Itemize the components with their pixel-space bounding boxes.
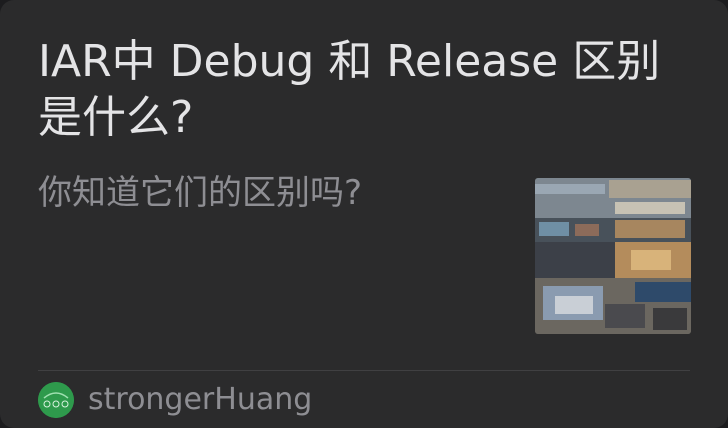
- article-card[interactable]: IAR中 Debug 和 Release 区别是什么? 你知道它们的区别吗? s…: [0, 0, 728, 428]
- card-divider: [38, 370, 690, 371]
- source-name[interactable]: strongerHuang: [88, 380, 312, 420]
- account-avatar-icon[interactable]: [38, 382, 74, 418]
- photo-thumbnail-icon: [535, 178, 691, 334]
- article-subtitle: 你知道它们的区别吗?: [38, 173, 363, 213]
- source-row[interactable]: strongerHuang: [38, 380, 312, 420]
- article-title[interactable]: IAR中 Debug 和 Release 区别是什么?: [38, 34, 678, 146]
- article-thumbnail[interactable]: [535, 178, 691, 334]
